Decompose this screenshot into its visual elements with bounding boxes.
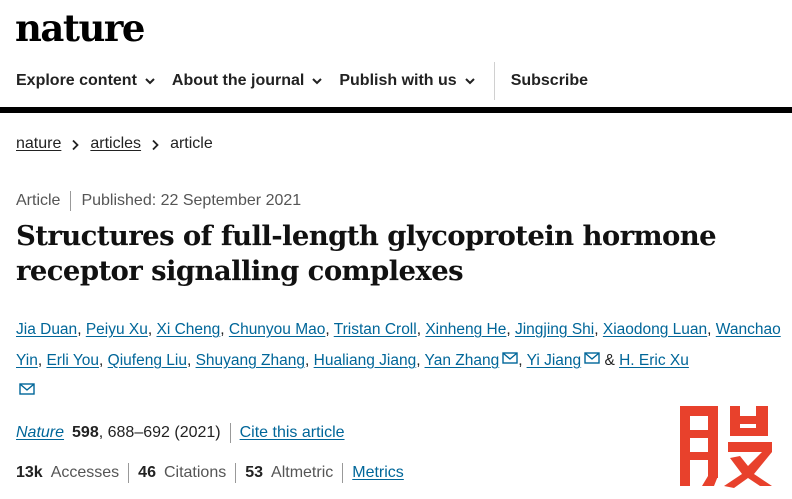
volume: 598: [72, 424, 99, 441]
accesses-label: Accesses: [50, 464, 120, 481]
accesses-value: 13k: [16, 464, 43, 481]
metrics-divider: [342, 463, 344, 483]
nav-explore-content[interactable]: Explore content: [0, 56, 156, 106]
chevron-down-icon: [311, 75, 323, 87]
cite-this-article-link[interactable]: Cite this article: [240, 424, 345, 442]
citation-line: Nature 598 , 688–692 (2021) Cite this ar…: [16, 423, 345, 443]
mail-icon[interactable]: [502, 352, 518, 364]
altmetric-label: Altmetric: [271, 464, 334, 481]
author-link[interactable]: Chunyou Mao: [229, 321, 326, 338]
author-link[interactable]: Peiyu Xu: [86, 321, 148, 338]
chevron-right-icon: [71, 138, 80, 151]
author-link[interactable]: Shuyang Zhang: [196, 352, 305, 369]
author-link[interactable]: Jingjing Shi: [515, 321, 594, 338]
author-link[interactable]: Xi Cheng: [156, 321, 220, 338]
published-date: Published: 22 September 2021: [81, 192, 302, 209]
author-link[interactable]: Erli You: [46, 352, 99, 369]
nav-rule: [0, 107, 792, 113]
author-link[interactable]: H. Eric Xu: [619, 352, 689, 369]
main-nav: Explore content About the journal Publis…: [0, 56, 792, 106]
meta-divider: [70, 191, 72, 211]
nature-logo[interactable]: nature: [15, 6, 145, 50]
nav-about-journal[interactable]: About the journal: [156, 56, 323, 106]
author-link[interactable]: Yan Zhang: [425, 352, 500, 369]
article-meta: Article Published: 22 September 2021: [16, 191, 301, 211]
author-link[interactable]: Yi Jiang: [527, 352, 582, 369]
author-link[interactable]: Xinheng He: [425, 321, 506, 338]
nav-publish-with-us-label: Publish with us: [339, 72, 457, 89]
chevron-down-icon: [464, 75, 476, 87]
author-link[interactable]: Tristan Croll: [334, 321, 417, 338]
subscribe-link[interactable]: Subscribe: [495, 56, 588, 106]
author-connector: &: [604, 352, 615, 369]
mail-icon[interactable]: [19, 383, 35, 395]
chevron-down-icon: [144, 75, 156, 87]
article-type: Article: [16, 192, 61, 209]
author-list: Jia Duan, Peiyu Xu, Xi Cheng, Chunyou Ma…: [16, 314, 786, 407]
nav-publish-with-us[interactable]: Publish with us: [323, 56, 475, 106]
journal-link[interactable]: Nature: [16, 424, 64, 442]
citations-value: 46: [138, 464, 156, 481]
watermark-logo-icon: [680, 406, 772, 488]
pages-year: , 688–692 (2021): [98, 424, 221, 441]
mail-icon[interactable]: [584, 352, 600, 364]
metrics-divider: [128, 463, 130, 483]
author-link[interactable]: Xiaodong Luan: [603, 321, 707, 338]
metrics-divider: [235, 463, 237, 483]
article-metrics: 13k Accesses 46 Citations 53 Altmetric M…: [16, 463, 404, 483]
nav-about-journal-label: About the journal: [171, 72, 305, 89]
citation-divider: [229, 423, 231, 443]
breadcrumb-articles[interactable]: articles: [90, 135, 141, 153]
nav-explore-content-label: Explore content: [16, 72, 137, 89]
metrics-link[interactable]: Metrics: [352, 464, 404, 482]
author-link[interactable]: Hualiang Jiang: [314, 352, 417, 369]
breadcrumb: nature articles article: [16, 135, 213, 153]
breadcrumb-nature[interactable]: nature: [16, 135, 61, 153]
altmetric-value: 53: [245, 464, 264, 481]
author-link[interactable]: Qiufeng Liu: [108, 352, 187, 369]
breadcrumb-current: article: [170, 135, 213, 152]
citations-label: Citations: [163, 464, 227, 481]
chevron-right-icon: [151, 138, 160, 151]
author-link[interactable]: Jia Duan: [16, 321, 77, 338]
article-title: Structures of full-length glycoprotein h…: [16, 220, 717, 287]
